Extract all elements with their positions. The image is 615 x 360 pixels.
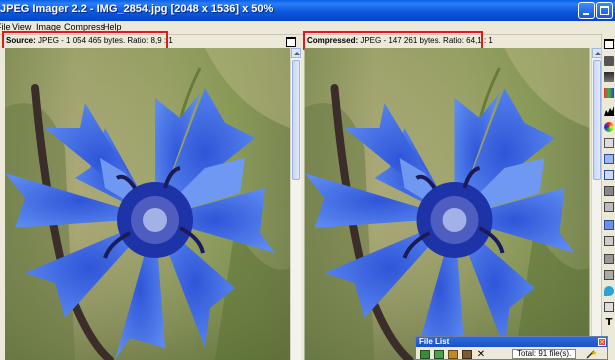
open-folder-icon[interactable] (448, 350, 458, 359)
source-image-pane[interactable] (5, 48, 290, 360)
scroll-up-icon[interactable] (291, 48, 301, 58)
frame-icon[interactable] (604, 170, 614, 180)
title-bar: JPEG Imager 2.2 - IMG_2854.jpg [2048 x 1… (0, 0, 615, 21)
colors-icon[interactable] (604, 88, 614, 98)
compare-icon[interactable] (604, 186, 614, 196)
compressed-image-pane[interactable] (302, 48, 592, 360)
resize-icon[interactable] (604, 302, 614, 312)
grid-icon[interactable] (604, 138, 614, 148)
file-list-title: File List (419, 337, 450, 346)
crop-icon[interactable] (604, 270, 614, 280)
image-icon[interactable] (604, 220, 614, 230)
source-scrollbar[interactable] (290, 48, 301, 360)
add-folder-icon[interactable] (434, 350, 444, 359)
rotate-icon[interactable] (604, 254, 614, 264)
right-toolbar: T (601, 34, 615, 360)
magic-wand-icon[interactable] (586, 350, 597, 359)
save-list-icon[interactable] (462, 350, 472, 359)
zoom-icon[interactable] (604, 236, 614, 246)
compressed-flower-image (304, 48, 590, 360)
layers-icon[interactable] (604, 72, 614, 82)
file-list-header: File List × (416, 337, 607, 347)
file-count: Total: 91 file(s). (512, 349, 576, 359)
close-icon[interactable]: × (598, 338, 606, 346)
source-flower-image (5, 48, 290, 360)
scroll-thumb[interactable] (593, 60, 601, 180)
drop-icon[interactable] (604, 286, 614, 296)
window-title: JPEG Imager 2.2 - IMG_2854.jpg [2048 x 1… (0, 3, 274, 15)
text-icon[interactable]: T (604, 318, 614, 328)
fit-icon[interactable] (604, 56, 614, 66)
panel-window-icon[interactable] (286, 37, 296, 47)
file-list-window: File List × ✕ Total: 91 file(s). (415, 336, 608, 360)
minimize-button[interactable] (578, 2, 595, 19)
window-icon[interactable] (604, 39, 614, 49)
remove-icon[interactable]: ✕ (476, 350, 486, 360)
histogram-icon[interactable] (604, 106, 614, 116)
add-file-icon[interactable] (420, 350, 430, 359)
split-icon[interactable] (604, 202, 614, 212)
blue-frame-icon[interactable] (604, 154, 614, 164)
scroll-thumb[interactable] (292, 60, 300, 180)
maximize-button[interactable] (596, 2, 613, 19)
color-wheel-icon[interactable] (604, 122, 614, 132)
